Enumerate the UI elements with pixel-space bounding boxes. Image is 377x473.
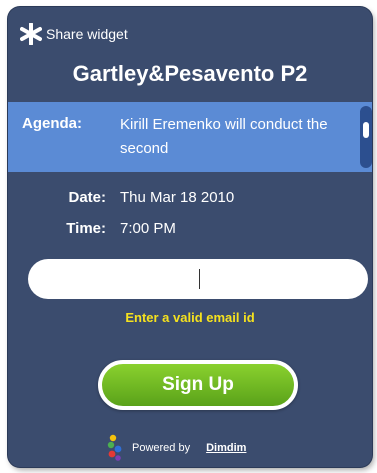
star-icon [20,23,42,45]
powered-by-footer: Powered by Dimdim [106,434,246,462]
email-error-message: Enter a valid email id [125,310,255,325]
text-cursor [199,269,200,289]
share-widget: Share widget Gartley&Pesavento P2 Agenda… [8,7,372,467]
agenda-scrollbar-thumb[interactable] [363,122,369,138]
webinar-title: Gartley&Pesavento P2 [72,61,308,86]
share-widget-link[interactable]: Share widget [20,23,128,45]
agenda-scrollbar[interactable] [360,106,372,168]
time-value: 7:00 PM [120,220,176,237]
sign-up-button[interactable]: Sign Up [98,360,298,410]
date-value: Thu Mar 18 2010 [120,189,235,206]
share-widget-label: Share widget [46,26,128,42]
dimdim-logo-icon [107,434,122,461]
time-label: Time: [66,220,106,237]
date-label: Date: [68,189,106,206]
powered-by-label: Powered by [132,442,191,454]
email-input[interactable] [28,259,368,299]
agenda-panel: Agenda: Kirill Eremenko will conduct the… [8,102,372,172]
dimdim-link[interactable]: Dimdim [206,442,246,454]
agenda-text: Kirill Eremenko will conduct the second [120,116,328,157]
agenda-label: Agenda: [22,115,82,132]
